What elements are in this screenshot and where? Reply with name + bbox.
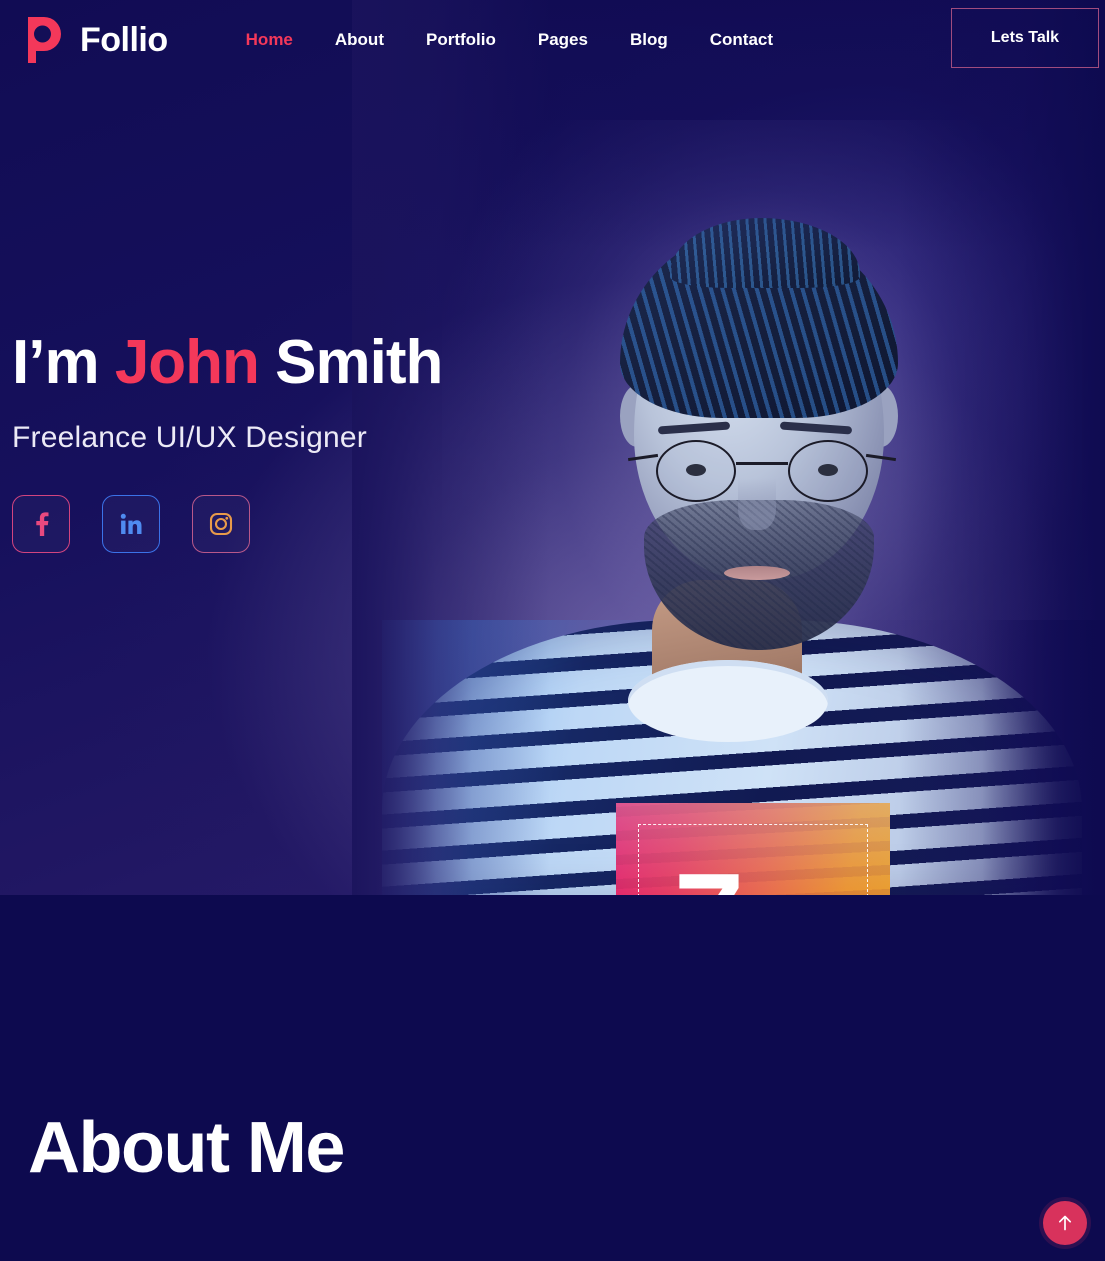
- badge-dashed-border: [638, 824, 868, 895]
- portrait-vignette: [352, 0, 1105, 895]
- hero-name-rest: Smith: [258, 328, 443, 397]
- social-link-linkedin[interactable]: [102, 495, 160, 554]
- nav-item-pages[interactable]: Pages: [538, 30, 588, 50]
- social-link-facebook[interactable]: [12, 495, 70, 554]
- arrow-up-icon: [1058, 1215, 1072, 1231]
- follio-p-logo-icon: [14, 13, 68, 67]
- about-section: About Me: [0, 895, 1105, 1261]
- hero-title: I’m John Smith: [12, 328, 443, 397]
- hero-greeting: I’m: [12, 328, 115, 397]
- nav-item-blog[interactable]: Blog: [630, 30, 668, 50]
- portrait-photo: [352, 0, 1105, 895]
- lets-talk-button[interactable]: Lets Talk: [951, 8, 1099, 68]
- nav-item-contact[interactable]: Contact: [710, 30, 773, 50]
- hero-section: I’m John Smith Freelance UI/UX Designer: [0, 0, 1105, 895]
- about-title: About Me: [28, 1108, 345, 1188]
- nav-item-home[interactable]: Home: [246, 30, 293, 50]
- hero-copy: I’m John Smith Freelance UI/UX Designer: [12, 328, 443, 554]
- instagram-icon: [209, 513, 233, 536]
- scroll-to-top-button[interactable]: [1043, 1201, 1087, 1245]
- hero-subtitle: Freelance UI/UX Designer: [12, 421, 367, 455]
- brand[interactable]: Follio: [14, 13, 168, 67]
- linkedin-icon: [120, 513, 142, 535]
- nav-links: Home About Portfolio Pages Blog Contact: [246, 30, 773, 50]
- social-links: [12, 495, 442, 554]
- nav-item-about[interactable]: About: [335, 30, 384, 50]
- main-navbar: Follio Home About Portfolio Pages Blog C…: [0, 0, 1105, 80]
- facebook-icon: [36, 512, 49, 537]
- social-link-instagram[interactable]: [192, 495, 250, 554]
- nav-item-portfolio[interactable]: Portfolio: [426, 30, 496, 50]
- brand-name: Follio: [80, 20, 168, 59]
- hero-name-accent: John: [114, 328, 260, 397]
- experience-badge: 7 Years Experience: [616, 803, 890, 895]
